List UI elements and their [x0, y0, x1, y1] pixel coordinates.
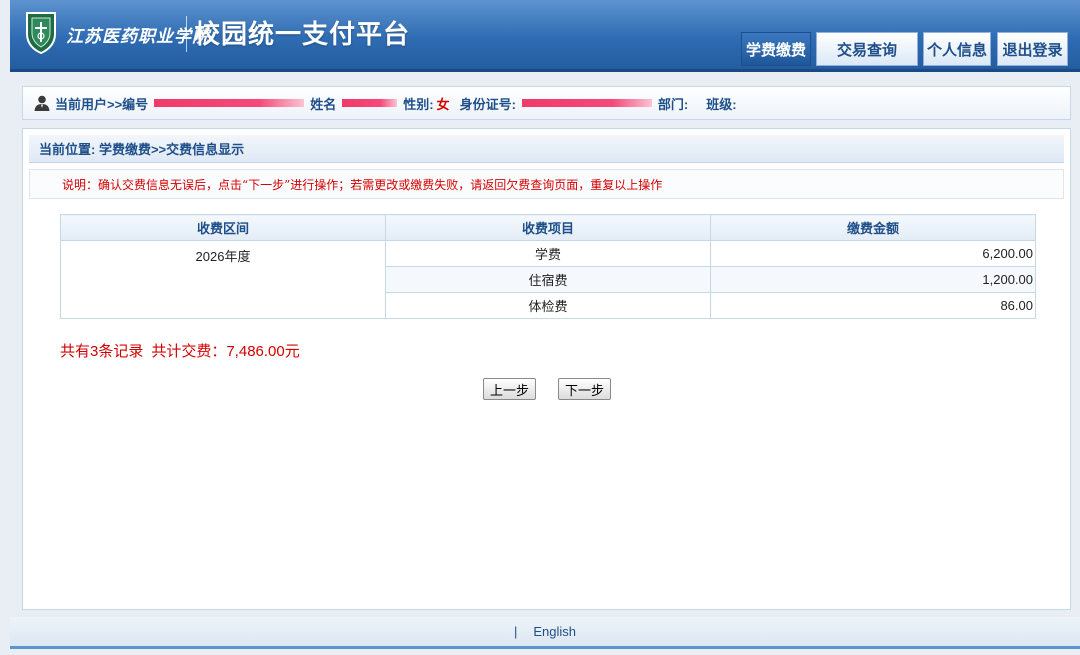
user-info-bar: 当前用户>>编号 姓名 性别: 女 身份证号: 部门: 班级: — [22, 86, 1071, 120]
page-footer: | English — [10, 617, 1080, 649]
column-header-amount: 缴费金额 — [710, 214, 1036, 241]
column-header-item: 收费项目 — [385, 214, 711, 241]
name-label: 姓名 — [310, 96, 337, 112]
fee-period-cell: 2026年度 — [60, 240, 386, 319]
english-language-link[interactable]: English — [533, 624, 576, 639]
column-header-period: 收费区间 — [60, 214, 386, 241]
redacted-user-id — [154, 99, 305, 107]
payment-summary: 共有3条记录 共计交费：7,486.00元 — [60, 340, 308, 361]
total-amount: 共计交费：7,486.00元 — [151, 343, 300, 360]
fee-amount-cell: 6,200.00 — [710, 240, 1036, 267]
redacted-id-number — [521, 99, 652, 107]
record-count: 共有3条记录 — [60, 343, 144, 360]
fee-item-cell: 学费 — [385, 240, 711, 267]
next-step-button[interactable]: 下一步 — [558, 378, 612, 400]
class-label: 班级: — [706, 96, 737, 112]
tab-logout[interactable]: 退出登录 — [997, 32, 1068, 66]
table-row: 2026年度 学费 6,200.00 — [60, 240, 1036, 319]
school-emblem-icon — [26, 12, 56, 54]
tab-tuition-payment[interactable]: 学费缴费 — [741, 32, 811, 66]
fee-amount-cell: 86.00 — [710, 292, 1036, 319]
tab-personal-info[interactable]: 个人信息 — [923, 32, 991, 66]
header-divider — [186, 16, 187, 52]
instruction-notice: 说明：确认交费信息无误后，点击“下一步”进行操作；若需更改或缴费失败，请返回欠费… — [29, 169, 1064, 199]
app-header: 江苏医药职业学院 校园统一支付平台 学费缴费 交易查询 个人信息 退出登录 — [10, 0, 1080, 72]
breadcrumb: 当前位置: 学费缴费>>交费信息显示 — [29, 135, 1064, 163]
tab-transaction-query[interactable]: 交易查询 — [816, 32, 918, 66]
fee-item-cell: 住宿费 — [385, 266, 711, 293]
user-avatar-icon — [34, 95, 50, 111]
fee-amount-cell: 1,200.00 — [710, 266, 1036, 293]
id-number-label: 身份证号: — [459, 96, 516, 112]
fee-item-cell: 体检费 — [385, 292, 711, 319]
previous-step-button[interactable]: 上一步 — [483, 378, 537, 400]
current-user-label: 当前用户>>编号 — [55, 96, 149, 112]
table-header-row: 收费区间 收费项目 缴费金额 — [60, 214, 1036, 241]
platform-title: 校园统一支付平台 — [194, 19, 411, 49]
main-panel: 当前位置: 学费缴费>>交费信息显示 说明：确认交费信息无误后，点击“下一步”进… — [22, 128, 1071, 610]
footer-separator: | — [513, 624, 518, 639]
redacted-name — [342, 99, 398, 107]
gender-label: 性别: — [403, 96, 434, 112]
gender-value: 女 — [436, 96, 450, 112]
fee-table: 收费区间 收费项目 缴费金额 2026年度 学费 6,200.00 住宿费 1,… — [60, 214, 1036, 319]
department-label: 部门: — [657, 96, 689, 112]
school-name: 江苏医药职业学院 — [66, 27, 210, 47]
